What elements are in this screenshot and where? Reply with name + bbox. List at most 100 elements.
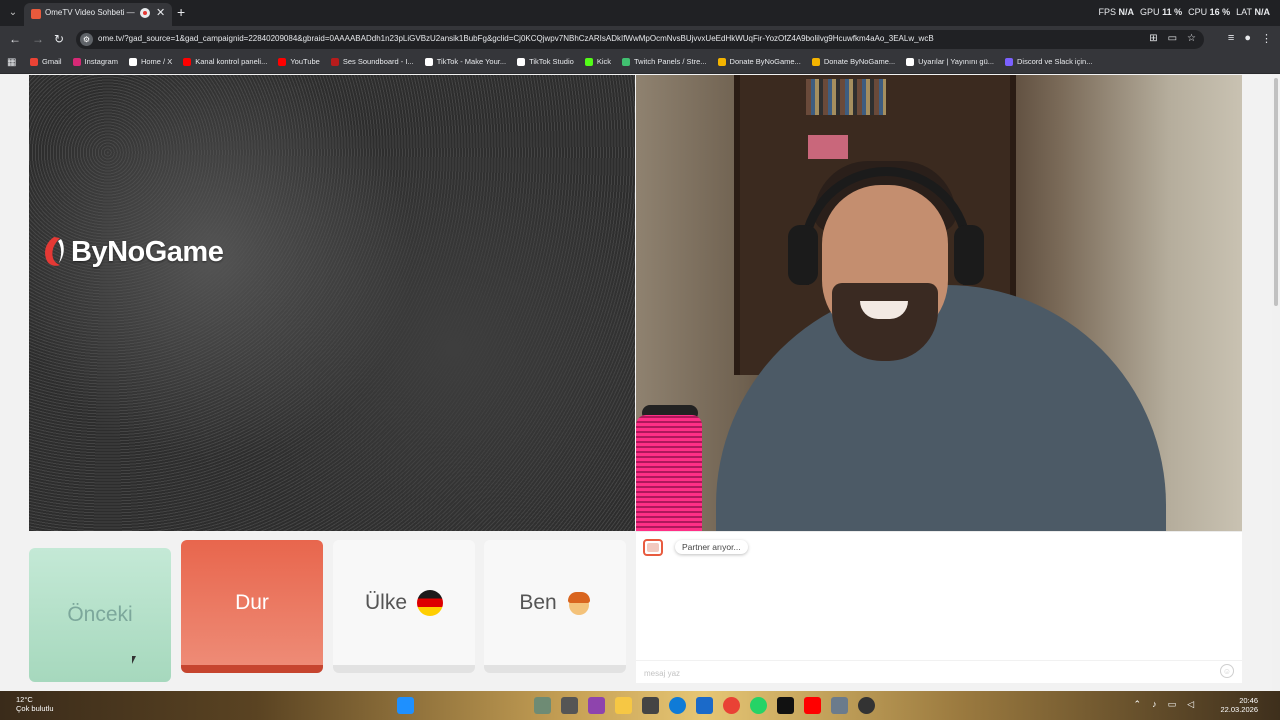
- widget-icon[interactable]: [534, 697, 551, 714]
- bookmark-favicon-icon: [1005, 57, 1013, 66]
- bookmark-item[interactable]: Instagram: [72, 57, 118, 66]
- tab-title: OmeTV Video Sohbeti — O: [45, 8, 137, 17]
- bookmark-label: Twitch Panels / Stre...: [634, 57, 707, 66]
- bookmark-favicon-icon: [128, 57, 137, 66]
- gender-me-button[interactable]: Ben: [484, 540, 626, 673]
- url-text[interactable]: ome.tv/?gad_source=1&gad_campaignid=2284…: [98, 34, 998, 43]
- forward-icon[interactable]: →: [32, 32, 44, 46]
- bookmark-item[interactable]: Discord ve Slack için...: [1005, 57, 1092, 66]
- date: 22.03.2026: [1220, 705, 1258, 714]
- bookmark-item[interactable]: YouTube: [278, 57, 320, 66]
- volume-icon[interactable]: ◁: [1187, 699, 1194, 710]
- gpu-value: 11 %: [1162, 7, 1183, 17]
- obs-icon[interactable]: [858, 697, 875, 714]
- apps-grid-icon[interactable]: ▦: [7, 57, 16, 68]
- lat-value: N/A: [1254, 7, 1271, 17]
- bookmark-label: Donate ByNoGame...: [823, 57, 896, 66]
- bookmark-item[interactable]: TikTok - Make Your...: [424, 57, 506, 66]
- microphone-icon[interactable]: ♪: [1152, 699, 1157, 710]
- network-icon[interactable]: ▭: [1168, 699, 1177, 710]
- gpu-label: GPU: [1140, 7, 1160, 17]
- partner-video-static: ByNoGame: [29, 75, 635, 531]
- new-tab-icon[interactable]: +: [177, 4, 185, 20]
- ometv-page: ByNoGame Önceki Dur Ülke Ben Partner arı…: [0, 74, 1280, 691]
- menu-kebab-icon[interactable]: ⋮: [1261, 32, 1272, 45]
- ometv-chat-logo-icon: [643, 539, 663, 556]
- bookmark-item[interactable]: Twitch Panels / Stre...: [622, 57, 707, 66]
- bookmark-item[interactable]: Kick: [584, 57, 611, 66]
- performance-overlay: FPS N/A GPU 11 % CPU 16 % LAT N/A: [1099, 7, 1271, 17]
- clock[interactable]: 20:46 22.03.2026: [1220, 696, 1258, 714]
- message-input[interactable]: [642, 665, 1206, 681]
- bookmark-favicon-icon: [278, 57, 287, 66]
- bookmark-item[interactable]: Home / X: [128, 57, 173, 66]
- bookmark-favicon-icon: [717, 57, 726, 66]
- bookmark-label: YouTube: [290, 57, 320, 66]
- scrollbar-thumb[interactable]: [1274, 78, 1278, 306]
- boy-emoji-icon: [567, 590, 591, 616]
- sidebar-icon[interactable]: ≡: [1228, 32, 1234, 45]
- stop-button[interactable]: Dur: [181, 540, 323, 673]
- translate-icon[interactable]: ⊞: [1149, 33, 1157, 44]
- bookmark-item[interactable]: Kanal kontrol paneli...: [183, 57, 267, 66]
- back-icon[interactable]: ←: [9, 32, 21, 46]
- bookmark-favicon-icon: [584, 57, 593, 66]
- country-label: Ülke: [364, 590, 407, 614]
- app-icon[interactable]: [588, 697, 605, 714]
- rgb-lamp: [636, 415, 702, 531]
- bookmark-favicon-icon: [622, 57, 630, 66]
- bookmark-item[interactable]: Gmail: [30, 57, 62, 66]
- tab-search-icon[interactable]: ⌄: [6, 6, 20, 20]
- address-bar[interactable]: ⚙ ome.tv/?gad_source=1&gad_campaignid=22…: [76, 30, 1204, 49]
- system-tray: ⌃ ♪ ▭ ◁: [1134, 699, 1194, 710]
- bookmark-item[interactable]: TikTok Studio: [517, 57, 574, 66]
- youtube-icon[interactable]: [804, 697, 821, 714]
- chat-panel: Partner arıyor... ☺: [636, 531, 1242, 683]
- reload-icon[interactable]: ↻: [54, 32, 64, 46]
- start-menu-icon[interactable]: [397, 697, 414, 714]
- bookmark-item[interactable]: Uyarılar | Yayınını gü...: [906, 57, 994, 66]
- fps-label: FPS: [1098, 7, 1117, 17]
- tiktok-icon[interactable]: [777, 697, 794, 714]
- bookmark-label: Kick: [596, 57, 611, 66]
- bookmark-label: Home / X: [140, 57, 173, 66]
- bynogame-logo: ByNoGame: [41, 235, 224, 269]
- bookmark-favicon-icon: [424, 57, 433, 66]
- bookmark-item[interactable]: Donate ByNoGame...: [811, 57, 896, 66]
- settings-icon[interactable]: [831, 697, 848, 714]
- task-view-icon[interactable]: [561, 697, 578, 714]
- bookmark-label: Discord ve Slack için...: [1017, 57, 1093, 66]
- windows-taskbar: 12°C Çok bulutlu ⌃ ♪ ▭ ◁ 20:46 22.03.202…: [0, 691, 1280, 720]
- site-info-icon[interactable]: ⚙: [80, 33, 93, 46]
- chrome-icon[interactable]: [723, 697, 740, 714]
- recording-icon: [140, 8, 150, 18]
- previous-button[interactable]: Önceki: [29, 548, 171, 682]
- browser-toolbar: ← → ↻ ⚙ ome.tv/?gad_source=1&gad_campaig…: [0, 26, 1280, 53]
- chevron-up-icon[interactable]: ⌃: [1134, 699, 1142, 710]
- bookmark-favicon-icon: [330, 57, 339, 66]
- store-icon[interactable]: [642, 697, 659, 714]
- country-button[interactable]: Ülke: [333, 540, 475, 673]
- bookmark-item[interactable]: Donate ByNoGame...: [717, 57, 801, 66]
- mouse-cursor-icon: [132, 656, 136, 664]
- active-tab[interactable]: OmeTV Video Sohbeti — O ✕: [24, 3, 172, 26]
- profile-avatar-icon[interactable]: ●: [1244, 32, 1251, 45]
- bookmark-label: TikTok Studio: [529, 57, 574, 66]
- bookmark-label: Ses Soundboard - I...: [342, 57, 414, 66]
- whatsapp-icon[interactable]: [750, 697, 767, 714]
- edge-icon[interactable]: [669, 697, 686, 714]
- mail-icon[interactable]: [696, 697, 713, 714]
- taskbar-apps: [397, 697, 875, 714]
- chat-input-bar: ☺: [636, 660, 1242, 683]
- self-camera-video: [636, 75, 1242, 531]
- stop-label: Dur: [235, 590, 269, 614]
- close-tab-icon[interactable]: ✕: [156, 6, 165, 19]
- bookmark-item[interactable]: Ses Soundboard - I...: [330, 57, 414, 66]
- emoji-icon[interactable]: ☺: [1220, 664, 1234, 678]
- cast-icon[interactable]: ▭: [1168, 33, 1177, 44]
- weather-widget[interactable]: 12°C Çok bulutlu: [16, 695, 54, 713]
- bookmark-label: Uyarılar | Yayınını gü...: [918, 57, 994, 66]
- file-explorer-icon[interactable]: [615, 697, 632, 714]
- fps-value: N/A: [1118, 7, 1135, 17]
- bookmark-star-icon[interactable]: ☆: [1187, 33, 1196, 44]
